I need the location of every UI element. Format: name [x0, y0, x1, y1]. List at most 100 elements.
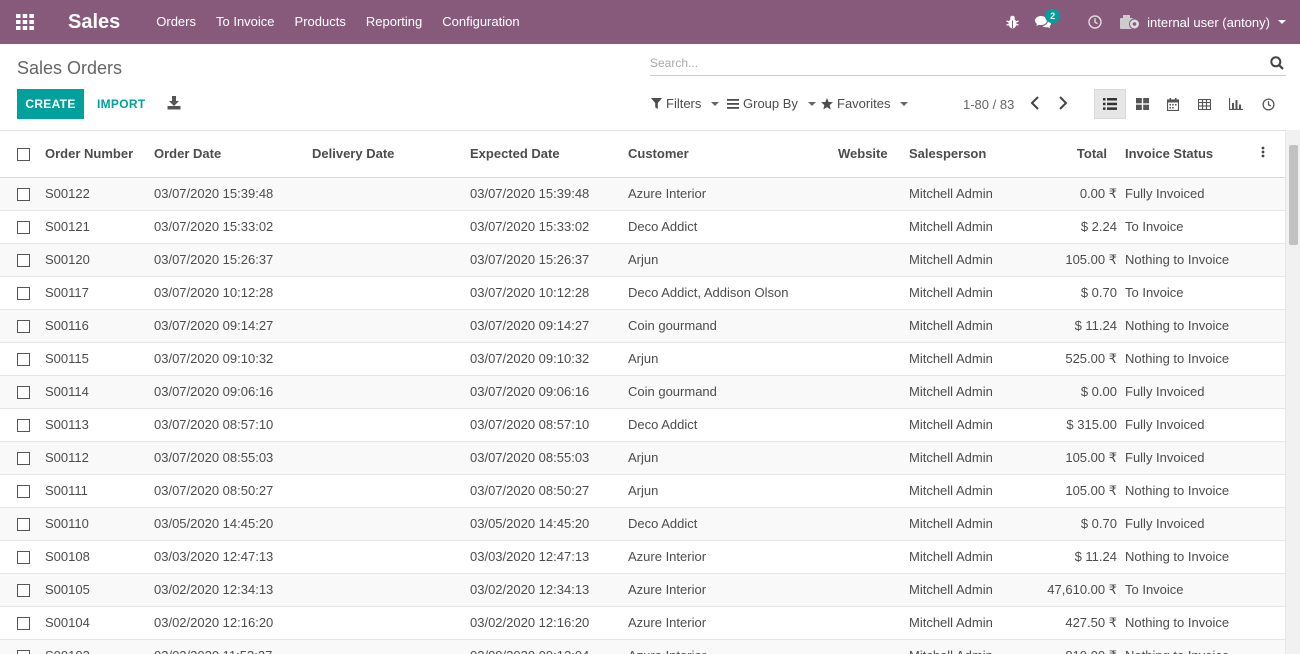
order-date-cell: 03/07/2020 08:50:27	[154, 474, 312, 508]
delivery-date-cell	[312, 210, 470, 244]
column-header-invoice-status[interactable]: Invoice Status	[1125, 131, 1261, 178]
messages-button[interactable]: 2	[1029, 0, 1077, 44]
table-row[interactable]: S00111 03/07/2020 08:50:27 03/07/2020 08:5…	[0, 474, 1285, 508]
menu-configuration[interactable]: Configuration	[432, 0, 529, 44]
table-row[interactable]: S00104 03/02/2020 12:16:20 03/02/2020 12:1…	[0, 606, 1285, 640]
pager-next-icon[interactable]	[1058, 96, 1068, 113]
row-checkbox[interactable]	[17, 320, 30, 334]
menu-to-invoice[interactable]: To Invoice	[206, 0, 285, 44]
pager-value[interactable]: 1-80 / 83	[963, 97, 1014, 112]
total-cell: $ 315.00	[1027, 408, 1125, 442]
table-row[interactable]: S00122 03/07/2020 15:39:48 03/07/2020 15:3…	[0, 177, 1285, 211]
row-end-cell	[1261, 177, 1285, 211]
row-checkbox[interactable]	[17, 584, 30, 598]
row-checkbox[interactable]	[17, 650, 30, 654]
row-checkbox[interactable]	[17, 221, 30, 235]
pivot-view-icon[interactable]	[1188, 89, 1220, 119]
vertical-scrollbar[interactable]	[1285, 130, 1300, 654]
row-checkbox[interactable]	[17, 617, 30, 631]
table-row[interactable]: S00121 03/07/2020 15:33:02 03/07/2020 15:3…	[0, 210, 1285, 244]
order-number-cell: S00122	[45, 177, 154, 211]
row-end-cell	[1261, 606, 1285, 640]
row-checkbox[interactable]	[17, 287, 30, 301]
expected-date-cell: 03/07/2020 08:50:27	[470, 474, 628, 508]
table-row[interactable]: S00115 03/07/2020 09:10:32 03/07/2020 09:1…	[0, 342, 1285, 376]
pager-previous-icon[interactable]	[1030, 96, 1040, 113]
calendar-view-icon[interactable]	[1157, 89, 1189, 119]
order-number-cell: S00120	[45, 243, 154, 277]
row-checkbox[interactable]	[17, 452, 30, 466]
table-row[interactable]: S00116 03/07/2020 09:14:27 03/07/2020 09:1…	[0, 309, 1285, 343]
order-date-cell: 03/02/2020 11:53:37	[154, 639, 312, 654]
row-checkbox[interactable]	[17, 254, 30, 268]
search-input[interactable]	[650, 52, 1250, 74]
expected-date-cell: 03/02/2020 12:34:13	[470, 573, 628, 607]
scrollbar-thumb[interactable]	[1289, 145, 1298, 245]
row-checkbox[interactable]	[17, 485, 30, 499]
import-button[interactable]: IMPORT	[97, 89, 145, 119]
favorites-button[interactable]: Favorites	[821, 96, 909, 111]
column-header-salesperson[interactable]: Salesperson	[909, 131, 1027, 178]
group-by-button[interactable]: Group By	[727, 96, 816, 111]
row-checkbox[interactable]	[17, 353, 30, 367]
apps-grid-icon[interactable]	[0, 0, 50, 44]
order-number-cell: S00111	[45, 474, 154, 508]
row-select-cell	[0, 342, 45, 376]
activity-view-icon[interactable]	[1252, 89, 1284, 119]
column-header-order-date[interactable]: Order Date	[154, 131, 312, 178]
row-checkbox[interactable]	[17, 551, 30, 565]
table-row[interactable]: S0010303/02/2020 11:53:37 03/09/2020 09:1…	[0, 639, 1285, 654]
menu-products[interactable]: Products	[285, 0, 356, 44]
table-row[interactable]: S00117 03/07/2020 10:12:28 03/07/2020 10:1…	[0, 276, 1285, 310]
website-cell	[838, 342, 909, 376]
graph-view-icon[interactable]	[1220, 89, 1252, 119]
table-row[interactable]: S00105 03/02/2020 12:34:13 03/02/2020 12:3…	[0, 573, 1285, 607]
app-name[interactable]: Sales	[68, 11, 120, 34]
navbar-systray: 2 internal user (antony)	[995, 0, 1300, 44]
main-navbar: Sales Orders To Invoice Products Reporti…	[0, 0, 1300, 44]
salesperson-cell: Mitchell Admin	[909, 573, 1027, 607]
expected-date-cell: 03/07/2020 15:26:37	[470, 243, 628, 277]
table-row[interactable]: S00108 03/03/2020 12:47:13 03/03/2020 12:4…	[0, 540, 1285, 574]
select-all-checkbox[interactable]	[17, 148, 30, 162]
website-cell	[838, 375, 909, 409]
table-row[interactable]: S00110 03/05/2020 14:45:20 03/05/2020 14:4…	[0, 507, 1285, 541]
delivery-date-cell	[312, 441, 470, 475]
column-header-customer[interactable]: Customer	[628, 131, 838, 178]
column-header-delivery-date[interactable]: Delivery Date	[312, 131, 470, 178]
table-row[interactable]: S00113 03/07/2020 08:57:10 03/07/2020 08:5…	[0, 408, 1285, 442]
total-cell: 105.00 ₹	[1027, 441, 1125, 475]
total-cell: 0.00 ₹	[1027, 177, 1125, 211]
filters-button[interactable]: Filters	[651, 96, 720, 111]
table-row[interactable]: S00112 03/07/2020 08:55:03 03/07/2020 08:5…	[0, 441, 1285, 475]
download-icon[interactable]	[167, 96, 181, 113]
customer-cell: Arjun	[628, 474, 838, 508]
table-row[interactable]: S00120 03/07/2020 15:26:37 03/07/2020 15:2…	[0, 243, 1285, 277]
column-header-website[interactable]: Website	[838, 131, 909, 178]
row-end-cell	[1261, 342, 1285, 376]
row-end-cell	[1261, 309, 1285, 343]
salesperson-cell: Mitchell Admin	[909, 177, 1027, 211]
row-checkbox[interactable]	[17, 419, 30, 433]
star-icon	[821, 97, 833, 109]
column-header-order-number[interactable]: Order Number	[45, 131, 154, 178]
row-checkbox[interactable]	[17, 188, 30, 202]
row-end-cell	[1261, 474, 1285, 508]
column-header-total[interactable]: Total	[1027, 131, 1125, 178]
row-checkbox[interactable]	[17, 518, 30, 532]
bug-icon[interactable]	[995, 0, 1029, 44]
customer-cell: Azure Interior	[628, 639, 838, 654]
clock-icon[interactable]	[1077, 0, 1113, 44]
search-icon[interactable]	[1270, 56, 1284, 73]
create-button[interactable]: CREATE	[17, 89, 84, 119]
user-menu[interactable]: internal user (antony)	[1119, 14, 1300, 30]
kanban-view-icon[interactable]	[1126, 89, 1158, 119]
menu-orders[interactable]: Orders	[146, 0, 206, 44]
menu-reporting[interactable]: Reporting	[356, 0, 432, 44]
kebab-menu-icon[interactable]	[1261, 146, 1265, 161]
list-view-icon[interactable]	[1094, 89, 1126, 119]
invoice-status-cell: Fully Invoiced	[1125, 177, 1261, 211]
table-row[interactable]: S00114 03/07/2020 09:06:16 03/07/2020 09:0…	[0, 375, 1285, 409]
column-header-expected-date[interactable]: Expected Date	[470, 131, 628, 178]
row-checkbox[interactable]	[17, 386, 30, 400]
